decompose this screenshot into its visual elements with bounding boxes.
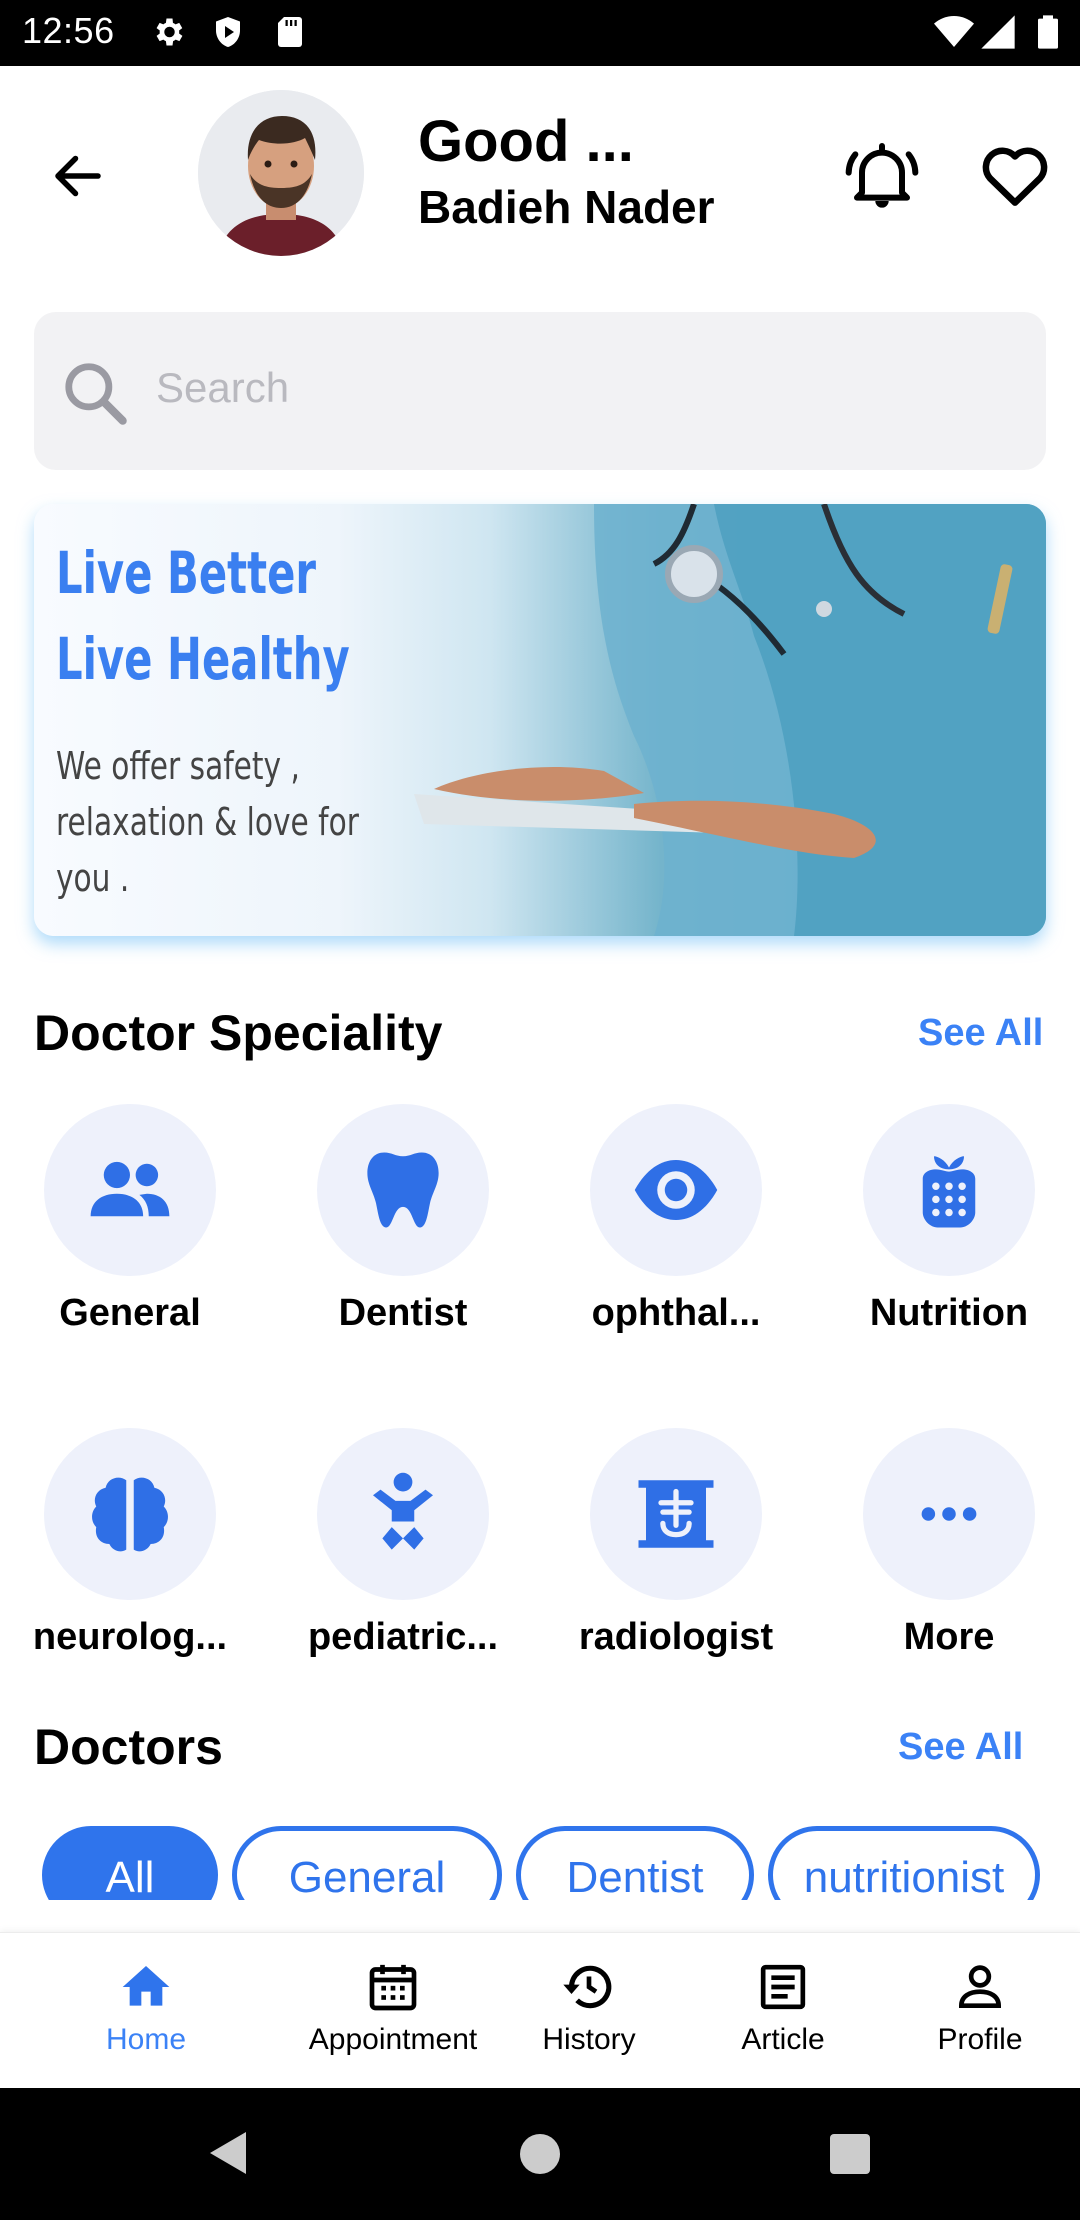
speciality-general[interactable]: General bbox=[15, 1104, 245, 1335]
article-icon bbox=[760, 1964, 806, 2010]
header: Good ... Badieh Nader bbox=[0, 66, 1080, 306]
doctor-filter-chips: All General Dentist nutritionist bbox=[0, 1820, 1080, 1900]
nav-home[interactable]: Home bbox=[96, 1959, 196, 2057]
shield-play-icon bbox=[216, 17, 240, 47]
wifi-icon bbox=[934, 16, 974, 47]
doctors-see-all-link[interactable]: See All bbox=[898, 1726, 1023, 1769]
nav-appointment[interactable]: Appointment bbox=[298, 1959, 488, 2057]
search-input[interactable]: Search bbox=[34, 312, 1046, 470]
speciality-dentist[interactable]: Dentist bbox=[288, 1104, 518, 1335]
people-icon bbox=[90, 1161, 170, 1217]
speciality-more[interactable]: More bbox=[834, 1428, 1064, 1659]
speciality-section-title: Doctor Speciality bbox=[34, 1005, 443, 1061]
speciality-label: More bbox=[903, 1616, 995, 1658]
favorite-heart-icon[interactable] bbox=[976, 136, 1054, 214]
nav-profile[interactable]: Profile bbox=[930, 1959, 1030, 2057]
speciality-ophthalmology[interactable]: ophthal... bbox=[561, 1104, 791, 1335]
tooth-icon bbox=[367, 1152, 439, 1228]
speciality-label: ophthal... bbox=[591, 1292, 761, 1334]
search-icon bbox=[65, 363, 127, 425]
avatar-photo bbox=[198, 90, 364, 256]
nutrition-icon bbox=[922, 1156, 976, 1228]
system-navigation-bar bbox=[0, 2088, 1080, 2220]
person-icon bbox=[958, 1965, 1002, 2008]
banner-subtitle: We offer safety , relaxation & love for … bbox=[56, 744, 359, 900]
nav-history[interactable]: History bbox=[534, 1959, 644, 2057]
speciality-neurology[interactable]: neurolog... bbox=[15, 1428, 245, 1659]
nav-label: Profile bbox=[937, 2023, 1023, 2056]
system-home-icon[interactable] bbox=[518, 2132, 562, 2176]
search-placeholder: Search bbox=[156, 364, 290, 411]
promo-banner[interactable]: Live Better Live Healthy We offer safety… bbox=[34, 504, 1046, 936]
home-icon bbox=[122, 1966, 170, 2006]
eye-icon bbox=[634, 1160, 718, 1220]
nav-label: Appointment bbox=[308, 2023, 478, 2056]
speciality-see-all-link[interactable]: See All bbox=[918, 1012, 1043, 1055]
system-back-icon[interactable] bbox=[206, 2128, 250, 2178]
status-bar: 12:56 bbox=[0, 0, 1080, 66]
speciality-label: General bbox=[59, 1292, 201, 1334]
speciality-label: radiologist bbox=[578, 1616, 774, 1658]
history-icon bbox=[563, 1965, 612, 2009]
nav-article[interactable]: Article bbox=[733, 1959, 833, 2057]
speciality-label: pediatric... bbox=[307, 1616, 499, 1658]
filter-chip-dentist[interactable]: Dentist bbox=[516, 1826, 754, 1900]
banner-title: Live Better Live Healthy bbox=[56, 539, 350, 693]
system-recents-icon[interactable] bbox=[828, 2132, 872, 2176]
back-arrow-icon[interactable] bbox=[48, 146, 108, 206]
speciality-radiology[interactable]: radiologist bbox=[561, 1428, 791, 1659]
sd-card-icon bbox=[278, 17, 302, 47]
baby-icon bbox=[373, 1472, 433, 1550]
battery-icon bbox=[1038, 15, 1058, 49]
filter-chip-all[interactable]: All bbox=[42, 1826, 218, 1900]
notification-bell-icon[interactable] bbox=[842, 136, 922, 216]
settings-icon bbox=[156, 18, 183, 46]
filter-chip-general[interactable]: General bbox=[232, 1826, 502, 1900]
calendar-icon bbox=[369, 1964, 417, 2011]
bottom-navigation: Home Appointment History Article Profile bbox=[0, 1932, 1080, 2089]
user-name: Badieh Nader bbox=[418, 181, 715, 233]
status-time: 12:56 bbox=[22, 10, 115, 51]
nav-label: Home bbox=[105, 2023, 187, 2056]
filter-chip-nutritionist[interactable]: nutritionist bbox=[768, 1826, 1040, 1900]
xray-icon bbox=[638, 1480, 714, 1548]
speciality-label: Nutrition bbox=[869, 1292, 1029, 1334]
nav-label: History bbox=[542, 2023, 636, 2056]
greeting-text: Good ... bbox=[418, 109, 634, 174]
more-dots-icon bbox=[921, 1507, 977, 1521]
speciality-label: Dentist bbox=[338, 1292, 468, 1334]
speciality-label: neurolog... bbox=[32, 1616, 228, 1658]
speciality-nutrition[interactable]: Nutrition bbox=[834, 1104, 1064, 1335]
doctors-section-title: Doctors bbox=[34, 1719, 223, 1775]
speciality-pediatrics[interactable]: pediatric... bbox=[288, 1428, 518, 1659]
brain-icon bbox=[92, 1477, 168, 1552]
avatar[interactable] bbox=[198, 90, 364, 256]
signal-icon bbox=[981, 15, 1015, 49]
nav-label: Article bbox=[741, 2023, 825, 2056]
